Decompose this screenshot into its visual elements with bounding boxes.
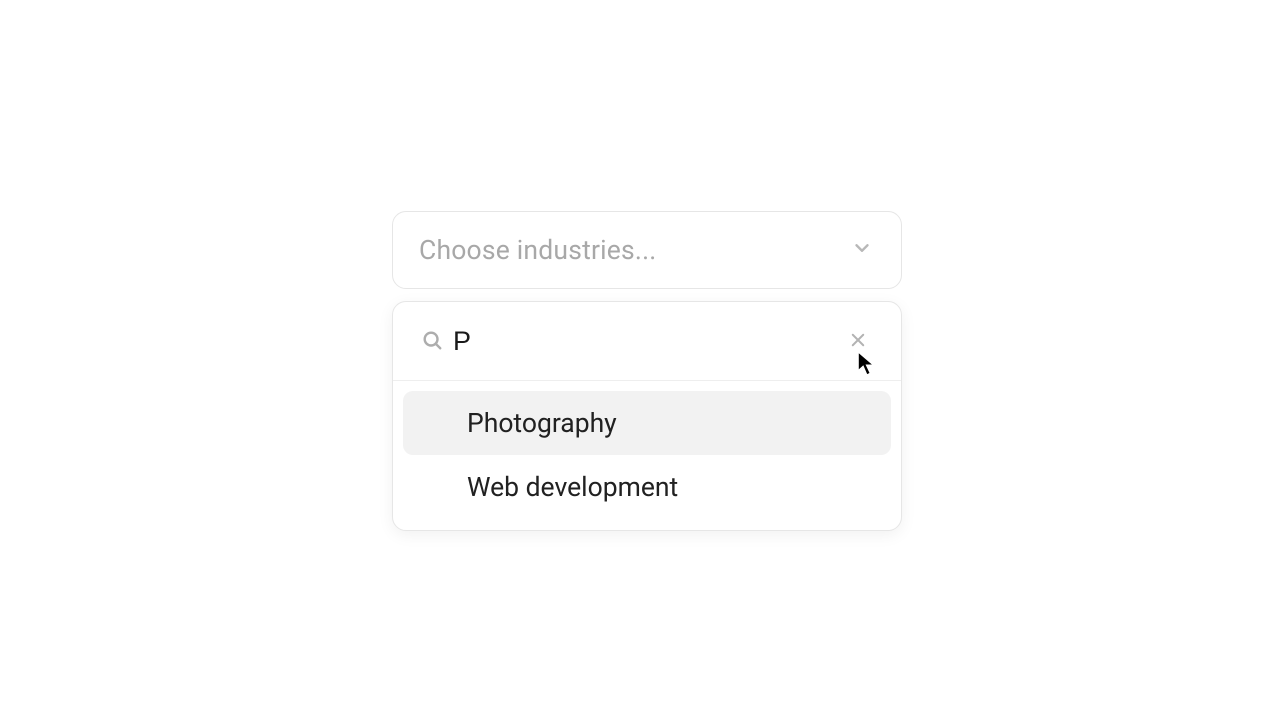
option-web-development[interactable]: Web development bbox=[403, 455, 891, 519]
option-label: Photography bbox=[467, 408, 617, 439]
industries-dropdown-panel: Photography Web development bbox=[392, 301, 902, 531]
search-icon bbox=[421, 327, 451, 355]
search-input[interactable] bbox=[451, 322, 845, 361]
options-list: Photography Web development bbox=[393, 381, 901, 531]
clear-search-button[interactable] bbox=[845, 327, 871, 356]
industries-multiselect-trigger[interactable]: Choose industries... bbox=[392, 211, 902, 289]
close-icon bbox=[849, 337, 867, 352]
option-label: Web development bbox=[467, 472, 678, 503]
chevron-down-icon bbox=[851, 237, 873, 263]
option-photography[interactable]: Photography bbox=[403, 391, 891, 455]
search-row bbox=[393, 302, 901, 381]
multiselect-placeholder: Choose industries... bbox=[419, 235, 656, 266]
